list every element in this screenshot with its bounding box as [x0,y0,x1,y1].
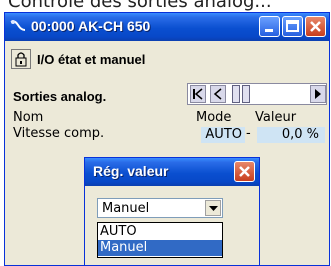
lock-icon [15,52,27,67]
app-icon [10,20,26,31]
dialog-titlebar[interactable]: Rég. valeur [85,158,259,186]
close-button[interactable] [305,16,326,37]
close-icon [310,21,321,32]
maximize-icon [286,20,299,32]
next-button[interactable] [310,85,326,103]
column-header-name: Nom [13,110,44,125]
chevron-down-icon [209,206,218,211]
background-heading: Contrôle des sorties analog... [8,0,272,12]
scroll-thumb[interactable] [242,85,250,103]
option-manuel[interactable]: Manuel [98,240,222,256]
mode-select[interactable]: Manuel [97,198,223,218]
maximize-button[interactable] [282,16,303,37]
minimize-button[interactable] [259,16,280,37]
column-header-value: Valeur [255,110,297,125]
arrow-left-icon [213,88,222,100]
mode-cell[interactable]: AUTO [201,127,245,143]
mode-dropdown-list: AUTO Manuel [97,222,223,258]
window-title: 00:000 AK-CH 650 [31,18,151,34]
separator: - [246,126,251,141]
window-titlebar[interactable]: 00:000 AK-CH 650 [5,13,329,41]
arrow-right-icon [315,89,321,99]
close-icon [239,166,250,177]
skip-first-icon [193,88,203,100]
dialog-close-button[interactable] [234,161,255,182]
mode-select-value: Manuel [102,201,150,216]
value-cell[interactable]: 0,0 % [257,127,325,143]
page-scroller[interactable] [187,83,327,105]
scroll-thumb[interactable] [232,85,240,103]
dialog-title: Rég. valeur [93,163,169,179]
column-header-mode: Mode [196,110,232,125]
section-title: Sorties analog. [13,89,107,104]
set-value-dialog: Rég. valeur Manuel AUTO Manuel [84,157,260,266]
minimize-icon [265,29,273,32]
previous-button[interactable] [210,85,226,103]
lock-button[interactable] [11,49,31,69]
page-title: I/O état et manuel [37,52,146,67]
row-name: Vitesse comp. [13,126,105,141]
first-page-button[interactable] [190,85,206,103]
dropdown-button[interactable] [205,200,221,216]
option-auto[interactable]: AUTO [98,224,222,240]
